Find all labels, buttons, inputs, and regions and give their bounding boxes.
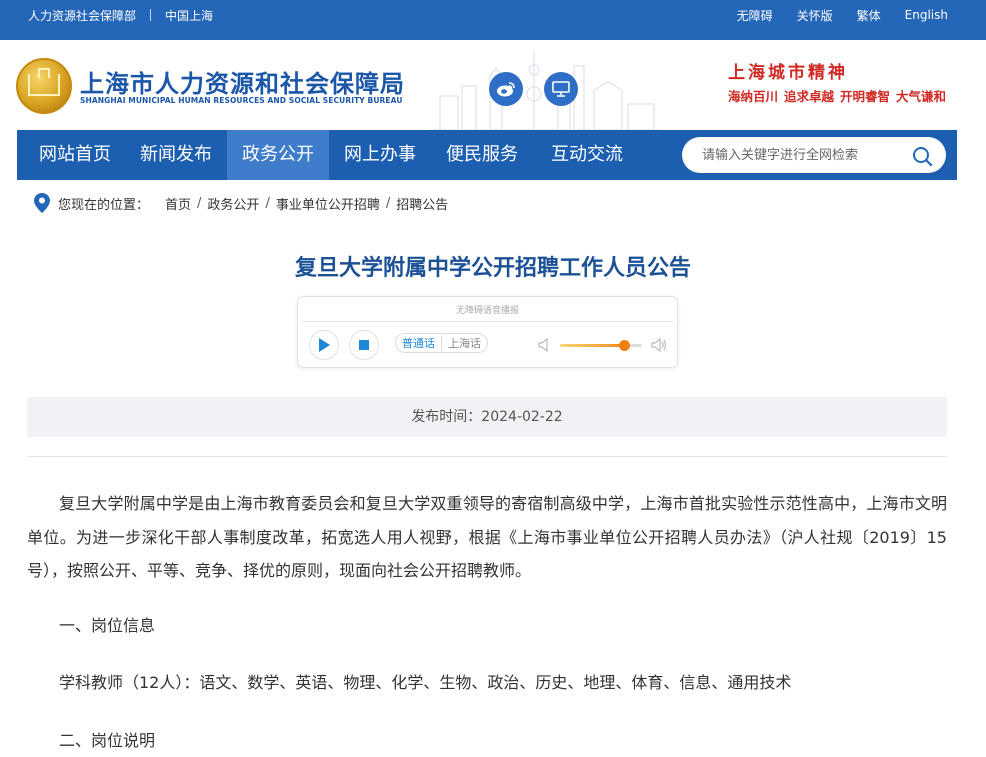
weibo-icon[interactable]	[489, 72, 523, 106]
spirit-value: 追求卓越	[784, 89, 835, 104]
search-icon[interactable]	[912, 146, 932, 166]
site-subtitle: SHANGHAI MUNICIPAL HUMAN RESOURCES AND S…	[80, 96, 403, 105]
breadcrumb-announcement[interactable]: 招聘公告	[396, 194, 448, 213]
play-button[interactable]	[309, 330, 339, 360]
link-mohrss[interactable]: 人力资源社会保障部	[28, 7, 136, 24]
play-icon	[319, 338, 330, 352]
top-bar-left: 人力资源社会保障部 中国上海	[28, 0, 213, 30]
city-spirit-values: 海纳百川 追求卓越 开明睿智 大气谦和	[728, 86, 952, 105]
nav-item-gov-affairs[interactable]: 政务公开	[227, 130, 329, 180]
top-divider	[150, 9, 152, 21]
language-toggle: 普通话 上海话	[395, 333, 488, 353]
breadcrumb-recruitment[interactable]: 事业单位公开招聘	[276, 194, 380, 213]
section-heading-description: 二、岗位说明	[59, 731, 156, 750]
audio-player: 无障碍语音播报 普通话 上海话	[297, 296, 678, 368]
link-english[interactable]: English	[905, 8, 948, 22]
screen-icon[interactable]	[544, 72, 578, 106]
breadcrumb-home[interactable]: 首页	[165, 194, 191, 213]
search-input[interactable]	[702, 137, 902, 173]
breadcrumb-label: 您现在的位置：	[58, 197, 150, 213]
link-care-mode[interactable]: 关怀版	[797, 7, 833, 24]
nav-item-online-services[interactable]: 网上办事	[329, 130, 431, 180]
site-header: 上海市人力资源和社会保障局 SHANGHAI MUNICIPAL HUMAN R…	[0, 40, 986, 131]
link-china-shanghai[interactable]: 中国上海	[165, 7, 213, 24]
nav-item-convenience[interactable]: 便民服务	[431, 130, 533, 180]
player-title: 无障碍语音播报	[455, 306, 519, 316]
lang-mandarin[interactable]: 普通话	[396, 335, 441, 351]
site-title[interactable]: 上海市人力资源和社会保障局	[80, 64, 405, 99]
publish-date: 发布时间：2024-02-22	[27, 397, 947, 437]
volume-low-icon[interactable]	[538, 338, 550, 352]
article-title: 复旦大学附属中学公开招聘工作人员公告	[294, 256, 691, 281]
volume-high-icon[interactable]	[651, 337, 667, 353]
breadcrumb: 您现在的位置： 首页 / 政务公开 / 事业单位公开招聘 / 招聘公告	[34, 193, 448, 213]
nav-item-news[interactable]: 新闻发布	[125, 130, 227, 180]
spirit-value: 大气谦和	[896, 89, 947, 104]
stop-icon	[359, 340, 369, 350]
section-heading-positions: 一、岗位信息	[59, 616, 156, 635]
link-accessibility[interactable]: 无障碍	[737, 7, 773, 24]
nav-item-home[interactable]: 网站首页	[25, 130, 125, 180]
volume-knob[interactable]	[618, 340, 630, 351]
link-traditional-chinese[interactable]: 繁体	[857, 7, 881, 24]
stop-button[interactable]	[349, 330, 379, 360]
nav-item-interaction[interactable]: 互动交流	[533, 130, 641, 180]
volume-slider[interactable]	[560, 340, 642, 351]
spirit-value: 开明睿智	[840, 89, 891, 104]
emblem-logo[interactable]	[16, 58, 72, 114]
city-spirit-title: 上海城市精神	[728, 63, 848, 83]
lang-shanghainese[interactable]: 上海话	[441, 335, 487, 351]
spirit-value: 海纳百川	[728, 89, 779, 104]
main-nav: 网站首页 新闻发布 政务公开 网上办事 便民服务 互动交流	[17, 130, 957, 180]
top-bar: 人力资源社会保障部 中国上海 无障碍 关怀版 繁体 English	[0, 0, 986, 40]
search-box	[682, 137, 946, 173]
positions-list: 学科教师（12人）：语文、数学、英语、物理、化学、生物、政治、历史、地理、体育、…	[59, 673, 792, 692]
breadcrumb-gov-affairs[interactable]: 政务公开	[207, 194, 259, 213]
top-bar-right: 无障碍 关怀版 繁体 English	[713, 0, 948, 30]
paragraph-intro: 复旦大学附属中学是由上海市教育委员会和复旦大学双重领导的寄宿制高级中学，上海市首…	[27, 494, 947, 580]
location-pin-icon	[34, 193, 50, 213]
divider	[27, 456, 947, 457]
article-body: 复旦大学附属中学是由上海市教育委员会和复旦大学双重领导的寄宿制高级中学，上海市首…	[27, 487, 947, 588]
